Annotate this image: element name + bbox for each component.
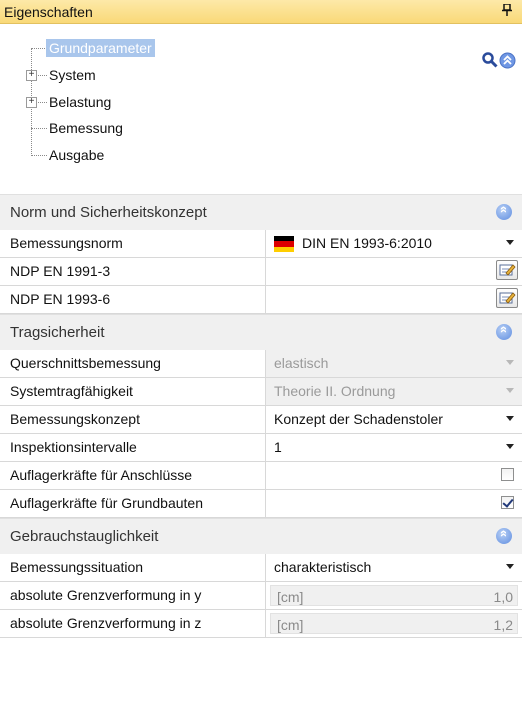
property-label: NDP EN 1993-6: [10, 291, 111, 307]
expand-system-icon[interactable]: +: [26, 70, 37, 81]
unit-label: [cm]: [277, 617, 304, 633]
properties-title-bar: Eigenschaften: [0, 0, 522, 24]
property-label: absolute Grenzverformung in y: [10, 587, 202, 603]
grenzverformung-y-cell: [cm] 1,0: [265, 582, 522, 609]
property-label: Bemessungsnorm: [10, 235, 123, 251]
select-value: Theorie II. Ordnung: [274, 383, 396, 399]
select-value: charakteristisch: [274, 559, 372, 575]
chevron-down-icon: [506, 360, 514, 365]
property-label: Inspektionsintervalle: [10, 439, 137, 455]
property-row-ndp-1991: NDP EN 1991-3: [0, 258, 522, 286]
section-gebrauchstauglichkeit-header[interactable]: Gebrauchstauglichkeit: [0, 518, 522, 554]
unit-label: [cm]: [277, 589, 304, 605]
auflager-grundbauten-cell: [265, 490, 522, 517]
property-label: Bemessungssituation: [10, 559, 144, 575]
auflager-grundbauten-checkbox[interactable]: [501, 496, 514, 509]
chevron-down-icon[interactable]: [506, 240, 514, 245]
querschnittsbemessung-select: elastisch: [265, 350, 522, 377]
number-value: 1,0: [493, 589, 513, 605]
property-row-bemessungskonzept: Bemessungskonzept Konzept der Schadensto…: [0, 406, 522, 434]
property-row-bemessungssituation: Bemessungssituation charakteristisch: [0, 554, 522, 582]
edit-icon: [499, 292, 516, 304]
edit-ndp-1991-button[interactable]: [496, 260, 518, 280]
tree-item-system[interactable]: System: [49, 67, 96, 83]
collapse-section-icon[interactable]: [496, 204, 512, 220]
chevron-down-icon: [506, 388, 514, 393]
tree-item-grundparameter[interactable]: Grundparameter: [46, 39, 155, 57]
pin-icon[interactable]: [502, 3, 512, 19]
collapse-section-icon[interactable]: [496, 324, 512, 340]
property-label: absolute Grenzverformung in z: [10, 615, 202, 631]
auflager-anschluesse-cell: [265, 462, 522, 489]
chevron-down-icon[interactable]: [506, 444, 514, 449]
select-value: Konzept der Schadenstoler: [274, 411, 443, 427]
section-title: Norm und Sicherheitskonzept: [10, 204, 207, 221]
collapse-section-icon[interactable]: [496, 528, 512, 544]
section-norm-header[interactable]: Norm und Sicherheitskonzept: [0, 194, 522, 230]
chevron-down-icon[interactable]: [506, 564, 514, 569]
tree-connector: [31, 48, 47, 49]
grenzverformung-z-field: [cm] 1,2: [270, 613, 518, 634]
property-row-bemessungsnorm: Bemessungsnorm DIN EN 1993-6:2010: [0, 230, 522, 258]
property-row-auflager-anschluesse: Auflagerkräfte für Anschlüsse: [0, 462, 522, 490]
property-row-querschnittsbemessung: Querschnittsbemessung elastisch: [0, 350, 522, 378]
tree-item-ausgabe[interactable]: Ausgabe: [49, 147, 104, 163]
edit-ndp-1993-button[interactable]: [496, 288, 518, 308]
property-label: Auflagerkräfte für Grundbauten: [10, 495, 204, 511]
bemessungskonzept-select[interactable]: Konzept der Schadenstoler: [265, 406, 522, 433]
panel-title: Eigenschaften: [4, 4, 93, 20]
german-flag-icon: [274, 236, 294, 252]
ndp-1991-cell: [265, 258, 522, 285]
tree-connector: [36, 102, 47, 103]
section-title: Gebrauchstauglichkeit: [10, 528, 159, 545]
grenzverformung-z-cell: [cm] 1,2: [265, 610, 522, 637]
property-label: Auflagerkräfte für Anschlüsse: [10, 467, 193, 483]
inspektionsintervalle-select[interactable]: 1: [265, 434, 522, 461]
property-label: NDP EN 1991-3: [10, 263, 111, 279]
collapse-all-icon[interactable]: [499, 52, 516, 72]
tree-connector: [36, 75, 47, 76]
property-label: Systemtragfähigkeit: [10, 383, 133, 399]
property-row-grenzverformung-z: absolute Grenzverformung in z [cm] 1,2: [0, 610, 522, 638]
auflager-anschluesse-checkbox[interactable]: [501, 468, 514, 481]
section-title: Tragsicherheit: [10, 324, 105, 341]
chevron-down-icon[interactable]: [506, 416, 514, 421]
property-label: Querschnittsbemessung: [10, 355, 161, 371]
systemtragfaehigkeit-select: Theorie II. Ordnung: [265, 378, 522, 405]
tree-connector: [31, 155, 47, 156]
property-row-ndp-1993: NDP EN 1993-6: [0, 286, 522, 314]
edit-icon: [499, 264, 516, 276]
number-value: 1,2: [493, 617, 513, 633]
select-value: elastisch: [274, 355, 329, 371]
navigator-tree: + + Grundparameter System Belastung Beme…: [0, 30, 522, 180]
select-value: DIN EN 1993-6:2010: [302, 235, 432, 251]
property-row-auflager-grundbauten: Auflagerkräfte für Grundbauten: [0, 490, 522, 518]
property-row-grenzverformung-y: absolute Grenzverformung in y [cm] 1,0: [0, 582, 522, 610]
expand-belastung-icon[interactable]: +: [26, 97, 37, 108]
select-value: 1: [274, 439, 282, 455]
property-label: Bemessungskonzept: [10, 411, 140, 427]
section-tragsicherheit-header[interactable]: Tragsicherheit: [0, 314, 522, 350]
property-row-systemtragfaehigkeit: Systemtragfähigkeit Theorie II. Ordnung: [0, 378, 522, 406]
property-row-inspektionsintervalle: Inspektionsintervalle 1: [0, 434, 522, 462]
bemessungsnorm-select[interactable]: DIN EN 1993-6:2010: [265, 230, 522, 257]
search-icon[interactable]: [482, 52, 498, 71]
tree-connector: [31, 128, 47, 129]
tree-item-bemessung[interactable]: Bemessung: [49, 120, 123, 136]
tree-item-belastung[interactable]: Belastung: [49, 94, 111, 110]
bemessungssituation-select[interactable]: charakteristisch: [265, 554, 522, 581]
grenzverformung-y-field: [cm] 1,0: [270, 585, 518, 606]
ndp-1993-cell: [265, 286, 522, 313]
